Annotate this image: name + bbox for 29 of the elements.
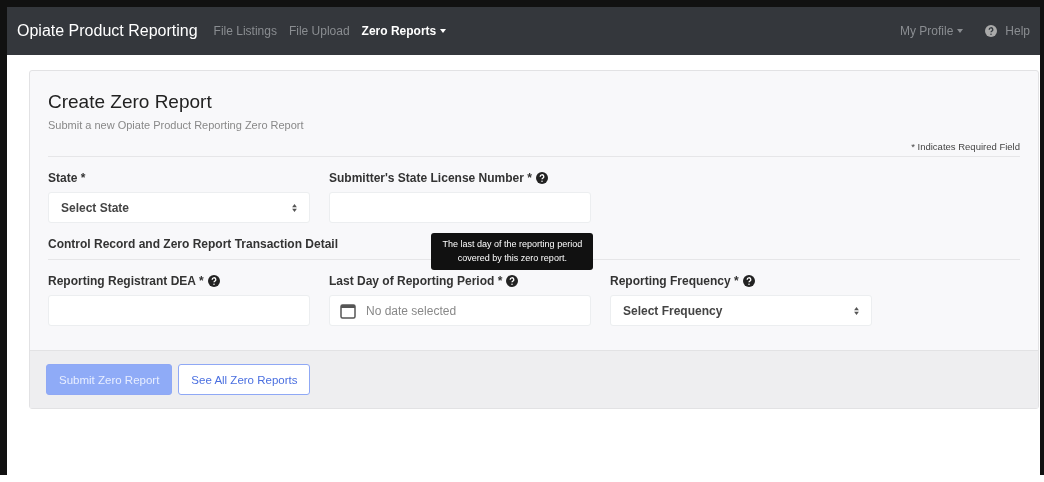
sort-arrows-icon bbox=[292, 203, 297, 212]
caret-icon bbox=[957, 29, 964, 33]
help-icon bbox=[985, 25, 998, 37]
required-note: * Indicates Required Field bbox=[911, 141, 1020, 152]
date-picker[interactable]: No date selected bbox=[329, 295, 591, 326]
field-label: Last Day of Reporting Period * bbox=[329, 274, 503, 288]
sort-arrows-icon bbox=[854, 306, 859, 315]
nav-link[interactable]: Help bbox=[985, 24, 1030, 38]
help-icon[interactable] bbox=[506, 275, 519, 287]
field-label: Submitter's State License Number * bbox=[329, 171, 532, 185]
nav-link[interactable]: File Listings bbox=[213, 24, 277, 38]
brand-link[interactable]: Opiate Product Reporting bbox=[17, 22, 198, 40]
nav-link[interactable]: File Upload bbox=[288, 24, 350, 38]
tooltip: The last day of the reporting period covered by this zero report. bbox=[431, 233, 594, 270]
select-dropdown[interactable]: Select Frequency bbox=[610, 295, 872, 326]
help-icon[interactable] bbox=[742, 275, 755, 287]
action-button[interactable]: See All Zero Reports bbox=[178, 364, 311, 395]
field-label: Reporting Frequency * bbox=[610, 274, 739, 288]
help-icon[interactable] bbox=[207, 275, 220, 287]
form-title: Create Zero Report bbox=[48, 91, 213, 113]
field-label: Reporting Registrant DEA * bbox=[48, 274, 204, 288]
section-heading: Control Record and Zero Report Transaction Detail bbox=[48, 237, 339, 251]
field-label: State * bbox=[48, 171, 86, 185]
calendar-icon bbox=[340, 302, 356, 319]
nav-link[interactable]: My Profile bbox=[899, 24, 964, 38]
form-subtitle: Submit a new Opiate Product Reporting Zero Report bbox=[48, 119, 305, 131]
nav-link[interactable]: Zero Reports bbox=[361, 24, 447, 38]
help-icon[interactable] bbox=[535, 172, 548, 184]
select-dropdown[interactable]: Select State bbox=[48, 192, 310, 223]
